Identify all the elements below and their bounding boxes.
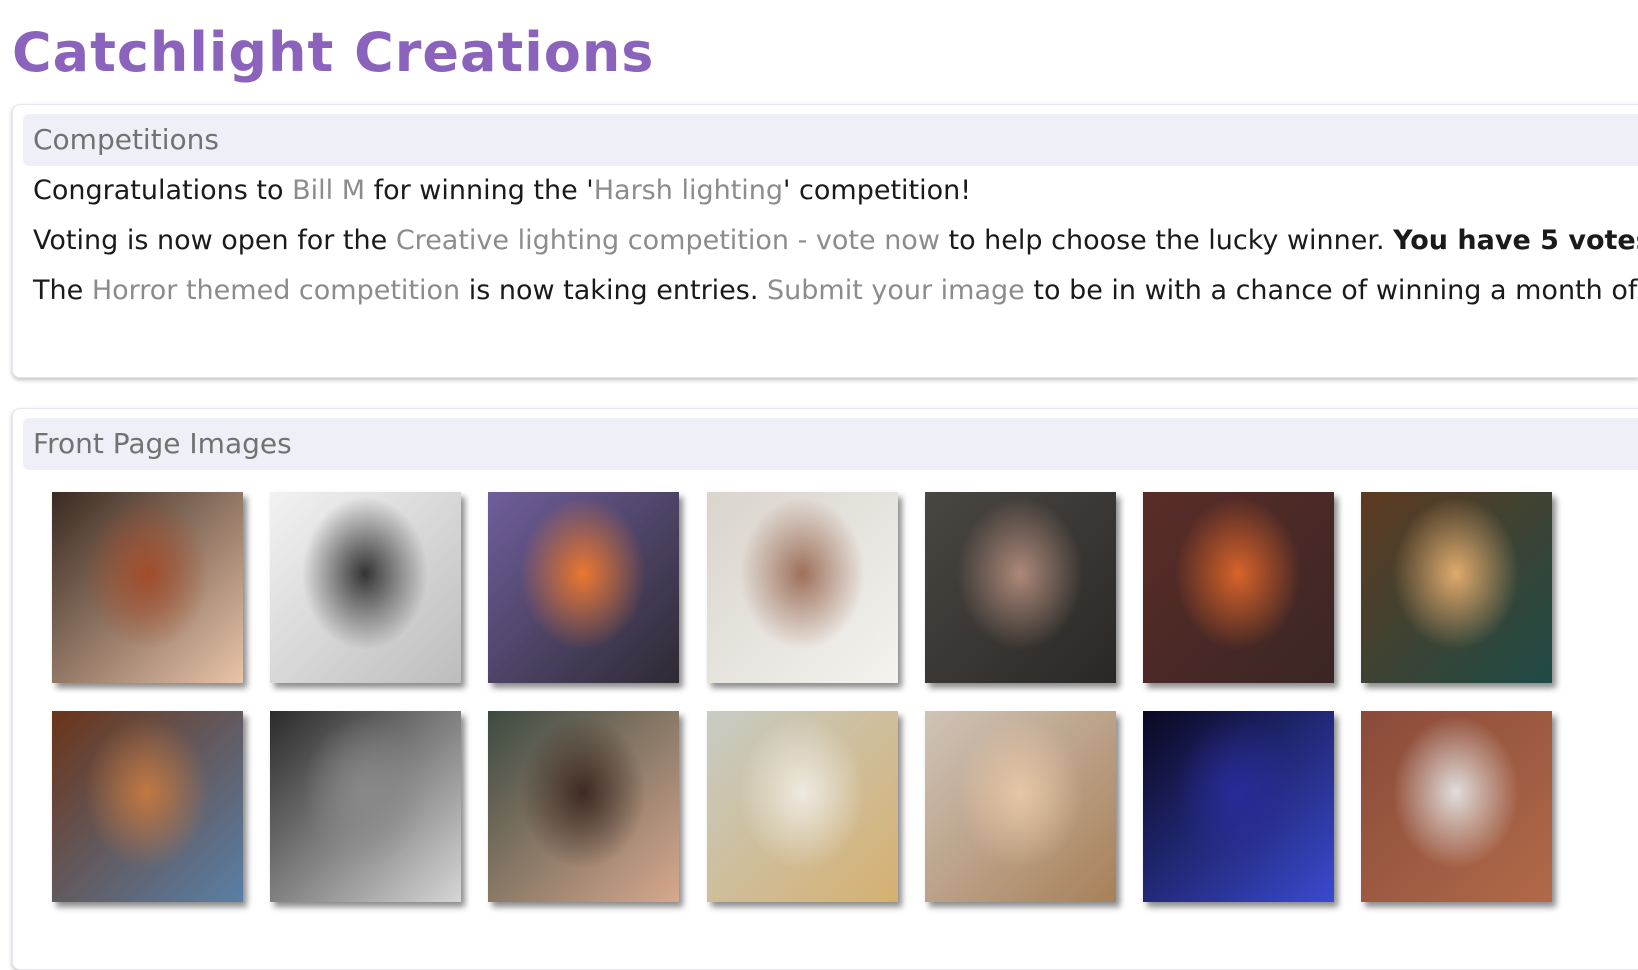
submit-image-link[interactable]: Submit your image bbox=[767, 275, 1025, 306]
competitions-panel: Competitions Congratulations to Bill M f… bbox=[12, 104, 1638, 378]
harsh-lighting-link[interactable]: Harsh lighting bbox=[594, 175, 783, 206]
text: The bbox=[33, 275, 92, 306]
entries-announcement: The Horror themed competition is now tak… bbox=[33, 273, 1637, 309]
dark-haired-woman-lace-photo[interactable] bbox=[488, 711, 679, 902]
voting-announcement: Voting is now open for the Creative ligh… bbox=[33, 223, 1638, 259]
lighthouse-sunset-photo[interactable] bbox=[488, 492, 679, 683]
text: Voting is now open for the bbox=[33, 225, 396, 256]
bw-woman-by-window-photo[interactable] bbox=[270, 492, 461, 683]
bw-man-suit-photo[interactable] bbox=[270, 711, 461, 902]
woman-window-door-photo[interactable] bbox=[52, 711, 243, 902]
text: is now taking entries. bbox=[460, 275, 768, 306]
woman-seated-dark-room-photo[interactable] bbox=[925, 492, 1116, 683]
woman-white-sweater-photo[interactable] bbox=[707, 492, 898, 683]
front-page-images-heading: Front Page Images bbox=[23, 418, 1638, 470]
text: for winning the ' bbox=[364, 175, 594, 206]
site-title[interactable]: Catchlight Creations bbox=[12, 18, 654, 88]
text: to help choose the lucky winner. bbox=[939, 225, 1394, 256]
text: ' competition! bbox=[783, 175, 972, 206]
horror-competition-link[interactable]: Horror themed competition bbox=[92, 275, 460, 306]
competitions-heading: Competitions bbox=[23, 114, 1638, 166]
red-haired-woman-satin-photo[interactable] bbox=[52, 492, 243, 683]
woman-bokeh-lights-photo[interactable] bbox=[1361, 492, 1552, 683]
blue-face-barbed-wire-photo[interactable] bbox=[1143, 711, 1334, 902]
woman-white-dress-hat-photo[interactable] bbox=[707, 711, 898, 902]
winner-announcement: Congratulations to Bill M for winning th… bbox=[33, 173, 971, 209]
blonde-woman-portrait-photo[interactable] bbox=[925, 711, 1116, 902]
tattooed-orange-hair-woman-photo[interactable] bbox=[1143, 492, 1334, 683]
front-page-images-panel: Front Page Images bbox=[12, 408, 1638, 970]
winner-link[interactable]: Bill M bbox=[292, 175, 365, 206]
text: to be in with a chance of winning a mont… bbox=[1024, 275, 1638, 306]
vote-now-link[interactable]: Creative lighting competition - vote now bbox=[396, 225, 940, 256]
woman-white-beanie-photo[interactable] bbox=[1361, 711, 1552, 902]
votes-remaining: You have 5 votes bbox=[1393, 225, 1638, 256]
text: Congratulations to bbox=[33, 175, 293, 206]
